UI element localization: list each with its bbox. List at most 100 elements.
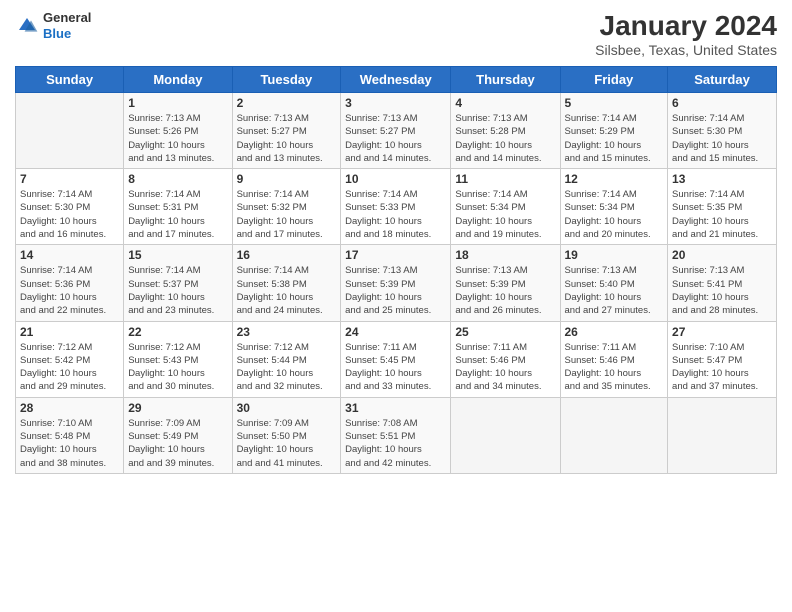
calendar-cell: 27Sunrise: 7:10 AMSunset: 5:47 PMDayligh… [668, 321, 777, 397]
day-info: Sunrise: 7:14 AMSunset: 5:38 PMDaylight:… [237, 264, 337, 317]
day-number: 23 [237, 325, 337, 339]
day-info: Sunrise: 7:11 AMSunset: 5:45 PMDaylight:… [345, 341, 446, 394]
day-info: Sunrise: 7:11 AMSunset: 5:46 PMDaylight:… [455, 341, 555, 394]
day-info: Sunrise: 7:13 AMSunset: 5:28 PMDaylight:… [455, 112, 555, 165]
day-number: 7 [20, 172, 119, 186]
day-info: Sunrise: 7:14 AMSunset: 5:31 PMDaylight:… [128, 188, 227, 241]
day-info: Sunrise: 7:14 AMSunset: 5:34 PMDaylight:… [455, 188, 555, 241]
day-header-saturday: Saturday [668, 67, 777, 93]
calendar-week-2: 7 Sunrise: 7:14 AMSunset: 5:30 PMDaylight… [16, 169, 777, 245]
calendar-cell: 13 Sunrise: 7:14 AMSunset: 5:35 PMDayligh… [668, 169, 777, 245]
calendar-cell: 11 Sunrise: 7:14 AMSunset: 5:34 PMDayligh… [451, 169, 560, 245]
day-info: Sunrise: 7:14 AMSunset: 5:33 PMDaylight:… [345, 188, 446, 241]
day-number: 16 [237, 248, 337, 262]
calendar-cell: 22 Sunrise: 7:12 AMSunset: 5:43 PMDayligh… [124, 321, 232, 397]
calendar-cell: 15 Sunrise: 7:14 AMSunset: 5:37 PMDayligh… [124, 245, 232, 321]
day-info: Sunrise: 7:13 AMSunset: 5:27 PMDaylight:… [237, 112, 337, 165]
day-number: 20 [672, 248, 772, 262]
day-info: Sunrise: 7:12 AMSunset: 5:43 PMDaylight:… [128, 341, 227, 394]
day-info: Sunrise: 7:14 AMSunset: 5:30 PMDaylight:… [20, 188, 119, 241]
day-info: Sunrise: 7:13 AMSunset: 5:41 PMDaylight:… [672, 264, 772, 317]
day-number: 19 [565, 248, 664, 262]
day-header-sunday: Sunday [16, 67, 124, 93]
logo-blue: Blue [43, 26, 91, 42]
title-block: January 2024 Silsbee, Texas, United Stat… [595, 10, 777, 58]
calendar-cell: 10 Sunrise: 7:14 AMSunset: 5:33 PMDayligh… [341, 169, 451, 245]
logo-icon [15, 14, 39, 38]
calendar-cell: 3Sunrise: 7:13 AMSunset: 5:27 PMDaylight… [341, 93, 451, 169]
day-header-thursday: Thursday [451, 67, 560, 93]
day-number: 29 [128, 401, 227, 415]
page-subtitle: Silsbee, Texas, United States [595, 42, 777, 58]
calendar-cell: 12 Sunrise: 7:14 AMSunset: 5:34 PMDayligh… [560, 169, 668, 245]
day-number: 30 [237, 401, 337, 415]
calendar-cell: 6 Sunrise: 7:14 AMSunset: 5:30 PMDaylight… [668, 93, 777, 169]
day-info: Sunrise: 7:13 AMSunset: 5:40 PMDaylight:… [565, 264, 664, 317]
day-number: 13 [672, 172, 772, 186]
page-title: January 2024 [595, 10, 777, 42]
day-number: 25 [455, 325, 555, 339]
calendar-header: SundayMondayTuesdayWednesdayThursdayFrid… [16, 67, 777, 93]
day-number: 6 [672, 96, 772, 110]
calendar-cell: 5 Sunrise: 7:14 AMSunset: 5:29 PMDaylight… [560, 93, 668, 169]
day-info: Sunrise: 7:13 AMSunset: 5:39 PMDaylight:… [345, 264, 446, 317]
calendar-week-3: 14 Sunrise: 7:14 AMSunset: 5:36 PMDayligh… [16, 245, 777, 321]
logo-text: General Blue [43, 10, 91, 41]
day-info: Sunrise: 7:14 AMSunset: 5:34 PMDaylight:… [565, 188, 664, 241]
day-info: Sunrise: 7:14 AMSunset: 5:37 PMDaylight:… [128, 264, 227, 317]
logo: General Blue [15, 10, 91, 41]
calendar-cell: 14 Sunrise: 7:14 AMSunset: 5:36 PMDayligh… [16, 245, 124, 321]
day-number: 15 [128, 248, 227, 262]
day-info: Sunrise: 7:08 AMSunset: 5:51 PMDaylight:… [345, 417, 446, 470]
calendar-body: 1Sunrise: 7:13 AMSunset: 5:26 PMDaylight… [16, 93, 777, 474]
calendar-cell: 2 Sunrise: 7:13 AMSunset: 5:27 PMDaylight… [232, 93, 341, 169]
day-number: 27 [672, 325, 772, 339]
calendar-cell: 21Sunrise: 7:12 AMSunset: 5:42 PMDayligh… [16, 321, 124, 397]
day-info: Sunrise: 7:13 AMSunset: 5:39 PMDaylight:… [455, 264, 555, 317]
calendar-cell: 1Sunrise: 7:13 AMSunset: 5:26 PMDaylight… [124, 93, 232, 169]
day-info: Sunrise: 7:14 AMSunset: 5:35 PMDaylight:… [672, 188, 772, 241]
day-info: Sunrise: 7:13 AMSunset: 5:27 PMDaylight:… [345, 112, 446, 165]
day-number: 10 [345, 172, 446, 186]
day-number: 12 [565, 172, 664, 186]
calendar-cell: 30 Sunrise: 7:09 AMSunset: 5:50 PMDayligh… [232, 397, 341, 473]
day-number: 31 [345, 401, 446, 415]
day-number: 9 [237, 172, 337, 186]
day-info: Sunrise: 7:10 AMSunset: 5:48 PMDaylight:… [20, 417, 119, 470]
page-container: General Blue January 2024 Silsbee, Texas… [0, 0, 792, 612]
day-number: 11 [455, 172, 555, 186]
calendar-table: SundayMondayTuesdayWednesdayThursdayFrid… [15, 66, 777, 474]
day-number: 24 [345, 325, 446, 339]
day-info: Sunrise: 7:14 AMSunset: 5:29 PMDaylight:… [565, 112, 664, 165]
calendar-cell [451, 397, 560, 473]
logo-general: General [43, 10, 91, 26]
day-number: 14 [20, 248, 119, 262]
day-header-wednesday: Wednesday [341, 67, 451, 93]
day-number: 28 [20, 401, 119, 415]
calendar-cell: 25 Sunrise: 7:11 AMSunset: 5:46 PMDayligh… [451, 321, 560, 397]
day-number: 26 [565, 325, 664, 339]
calendar-cell: 29Sunrise: 7:09 AMSunset: 5:49 PMDayligh… [124, 397, 232, 473]
calendar-cell: 9Sunrise: 7:14 AMSunset: 5:32 PMDaylight… [232, 169, 341, 245]
day-number: 8 [128, 172, 227, 186]
day-number: 2 [237, 96, 337, 110]
calendar-cell: 17Sunrise: 7:13 AMSunset: 5:39 PMDayligh… [341, 245, 451, 321]
day-number: 4 [455, 96, 555, 110]
calendar-cell: 24 Sunrise: 7:11 AMSunset: 5:45 PMDayligh… [341, 321, 451, 397]
day-number: 18 [455, 248, 555, 262]
day-number: 5 [565, 96, 664, 110]
calendar-week-5: 28 Sunrise: 7:10 AMSunset: 5:48 PMDayligh… [16, 397, 777, 473]
calendar-cell [668, 397, 777, 473]
calendar-cell: 18 Sunrise: 7:13 AMSunset: 5:39 PMDayligh… [451, 245, 560, 321]
day-info: Sunrise: 7:14 AMSunset: 5:36 PMDaylight:… [20, 264, 119, 317]
calendar-week-4: 21Sunrise: 7:12 AMSunset: 5:42 PMDayligh… [16, 321, 777, 397]
day-info: Sunrise: 7:14 AMSunset: 5:30 PMDaylight:… [672, 112, 772, 165]
calendar-cell [16, 93, 124, 169]
day-info: Sunrise: 7:09 AMSunset: 5:50 PMDaylight:… [237, 417, 337, 470]
calendar-cell: 4 Sunrise: 7:13 AMSunset: 5:28 PMDaylight… [451, 93, 560, 169]
day-number: 22 [128, 325, 227, 339]
day-info: Sunrise: 7:12 AMSunset: 5:44 PMDaylight:… [237, 341, 337, 394]
calendar-cell: 19 Sunrise: 7:13 AMSunset: 5:40 PMDayligh… [560, 245, 668, 321]
day-number: 21 [20, 325, 119, 339]
calendar-cell: 23 Sunrise: 7:12 AMSunset: 5:44 PMDayligh… [232, 321, 341, 397]
